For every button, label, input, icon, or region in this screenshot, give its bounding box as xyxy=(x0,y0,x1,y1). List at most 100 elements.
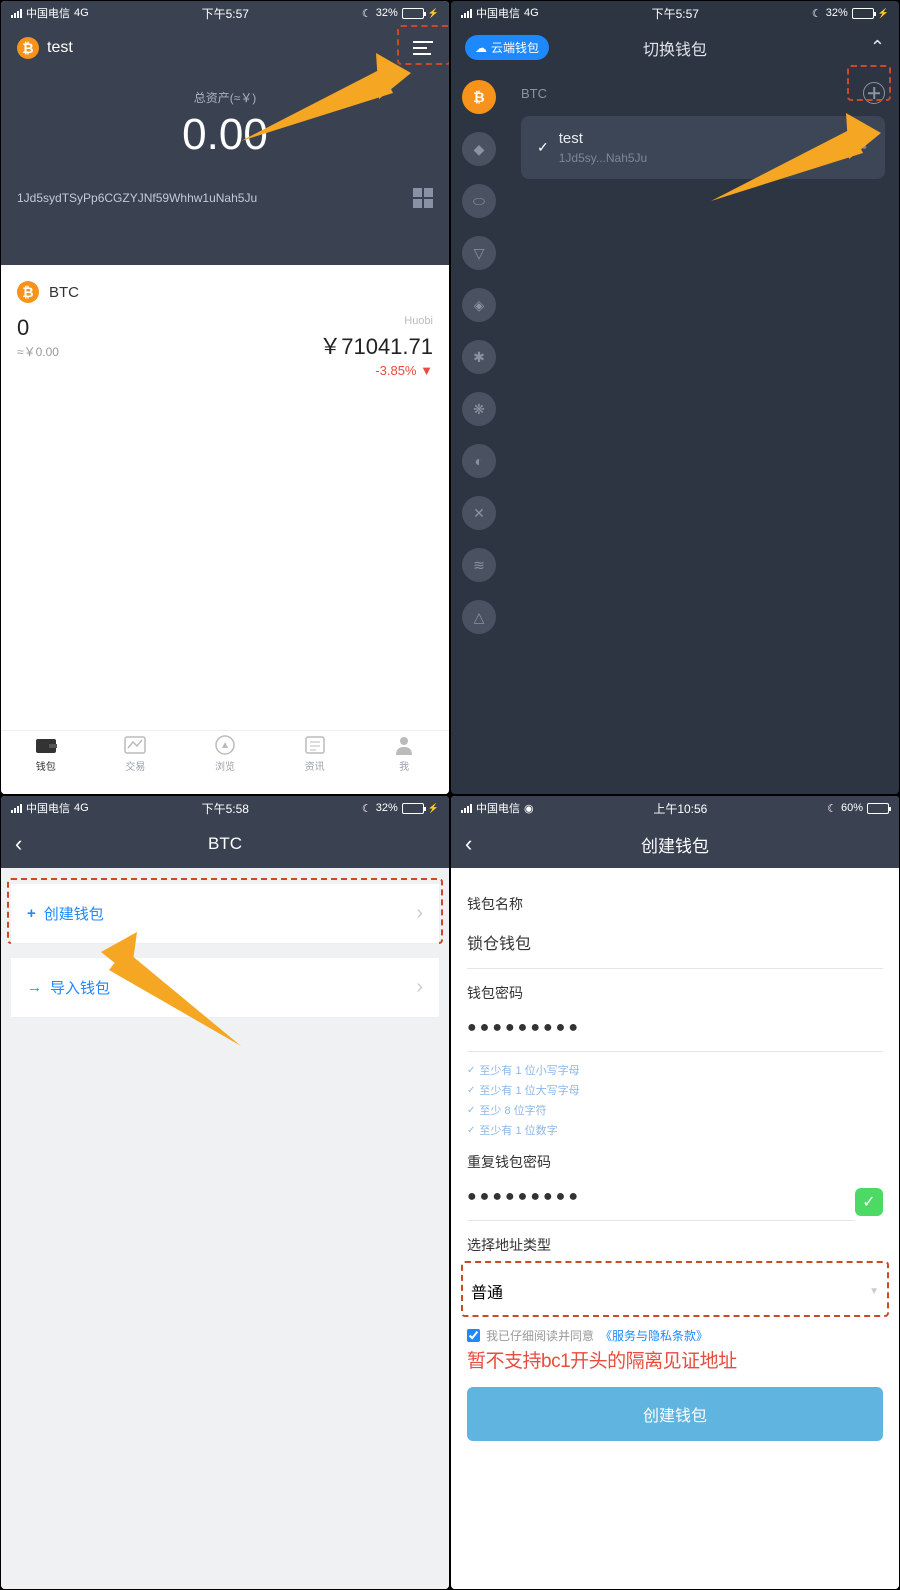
import-wallet-item[interactable]: → 导入钱包 › xyxy=(11,958,439,1018)
sidebar-coin-ont[interactable]: ◐ xyxy=(462,444,496,478)
menu-icon[interactable] xyxy=(413,41,433,55)
status-bar: 中国电信4G 下午5:57 32% xyxy=(451,1,899,25)
password-input[interactable]: ●●●●●●●●● xyxy=(467,1013,883,1052)
price-source: Huobi xyxy=(319,315,433,327)
page-title: 切换钱包 xyxy=(643,36,707,60)
charge-icon xyxy=(428,802,439,814)
sidebar-coin-ada[interactable]: △ xyxy=(462,600,496,634)
clock: 上午10:56 xyxy=(653,800,707,817)
tab-trade[interactable]: 交易 xyxy=(91,735,181,794)
password-rules: 至少有 1 位小写字母 至少有 1 位大写字母 至少 8 位字符 至少有 1 位… xyxy=(467,1062,883,1138)
chart-icon xyxy=(124,735,146,755)
agree-text: 我已仔细阅读并同意 xyxy=(486,1327,594,1344)
screen-switch-wallet: 中国电信4G 下午5:57 32% ☁ 云端钱包 切换钱包 ⌃ ₿ ◆ ⬭ ▽ … xyxy=(451,1,899,794)
charge-icon xyxy=(878,7,889,19)
signal-icon xyxy=(461,9,472,18)
tab-me[interactable]: 我 xyxy=(359,735,449,794)
add-wallet-icon[interactable] xyxy=(863,82,885,104)
dropdown-icon: ▼ xyxy=(869,1286,879,1297)
create-wallet-item[interactable]: + 创建钱包 › xyxy=(11,884,439,944)
back-icon[interactable]: ‹ xyxy=(465,831,472,857)
tab-news[interactable]: 资讯 xyxy=(270,735,360,794)
carrier: 中国电信 xyxy=(26,800,70,816)
moon-icon xyxy=(362,7,372,20)
compass-icon xyxy=(214,735,236,755)
create-wallet-label: 创建钱包 xyxy=(44,903,104,924)
addr-type-value: 普通 xyxy=(471,1279,503,1303)
back-icon[interactable]: ‹ xyxy=(15,831,22,857)
addr-type-select[interactable]: 普通 ▼ xyxy=(467,1265,883,1317)
battery-pct: 32% xyxy=(376,802,398,814)
coin-sidebar: ₿ ◆ ⬭ ▽ ◈ ✱ ❋ ◐ ✕ ≋ △ xyxy=(451,70,507,793)
wallet-card[interactable]: test 1Jd5sy...Nah5Ju ••• xyxy=(521,116,885,179)
wallet-card-addr: 1Jd5sy...Nah5Ju xyxy=(559,151,846,165)
chevron-right-icon: › xyxy=(416,976,423,999)
sidebar-coin-eth[interactable]: ◆ xyxy=(462,132,496,166)
section-title: BTC xyxy=(521,86,547,101)
coin-row[interactable]: 0 ≈￥0.00 Huobi ￥71041.71 -3.85% ▼ xyxy=(17,315,433,378)
screen-btc-menu: 中国电信 4G 下午5:58 32% ‹ BTC + 创建钱包 › → 导入钱包 … xyxy=(1,796,449,1589)
tab-wallet[interactable]: 钱包 xyxy=(1,735,91,794)
moon-icon xyxy=(362,802,372,815)
coin-change: -3.85% ▼ xyxy=(319,363,433,378)
tab-browse[interactable]: 浏览 xyxy=(180,735,270,794)
news-icon xyxy=(304,735,326,755)
arrow-right-icon: → xyxy=(27,979,42,996)
rule-item: 至少有 1 位数字 xyxy=(467,1122,883,1138)
sidebar-coin-trx[interactable]: ▽ xyxy=(462,236,496,270)
sidebar-coin-dot[interactable]: ❋ xyxy=(462,392,496,426)
wallet-address[interactable]: 1Jd5sydTSyPp6CGZYJNf59Whhw1uNah5Ju xyxy=(17,191,257,205)
warning-text: 暂不支持bc1开头的隔离见证地址 xyxy=(467,1346,883,1373)
battery-pct: 32% xyxy=(376,7,398,19)
assets-amount: 0.00 xyxy=(17,110,433,160)
import-wallet-label: 导入钱包 xyxy=(50,977,110,998)
status-bar: 中国电信 4G 下午5:57 32% xyxy=(1,1,449,25)
wallet-card-name: test xyxy=(559,130,846,147)
network: 4G xyxy=(74,802,89,814)
agree-checkbox[interactable] xyxy=(467,1329,480,1342)
status-bar: 中国电信 4G 下午5:58 32% xyxy=(1,796,449,820)
collapse-icon[interactable]: ⌃ xyxy=(870,37,885,58)
moon-icon xyxy=(812,7,822,20)
screen-create-wallet: 中国电信◉ 上午10:56 60% ‹ 创建钱包 钱包名称 锁仓钱包 钱包密码 … xyxy=(451,796,899,1589)
clock: 下午5:58 xyxy=(202,800,249,817)
sidebar-coin-bnb[interactable]: ◈ xyxy=(462,288,496,322)
battery-icon xyxy=(867,803,889,814)
more-icon[interactable]: ••• xyxy=(846,139,869,157)
rule-item: 至少有 1 位大写字母 xyxy=(467,1082,883,1098)
person-icon xyxy=(393,735,415,755)
cloud-wallet-badge[interactable]: ☁ 云端钱包 xyxy=(465,35,549,60)
coin-price: ￥71041.71 xyxy=(319,329,433,361)
rule-item: 至少有 1 位小写字母 xyxy=(467,1062,883,1078)
page-title: BTC xyxy=(208,834,242,854)
wallet-icon xyxy=(35,735,57,755)
terms-link[interactable]: 《服务与隐私条款》 xyxy=(600,1327,708,1344)
clock: 下午5:57 xyxy=(652,5,699,22)
wallet-name: test xyxy=(47,39,73,57)
agree-row[interactable]: 我已仔细阅读并同意 《服务与隐私条款》 xyxy=(467,1327,883,1344)
network: 4G xyxy=(74,7,89,19)
signal-icon xyxy=(11,9,22,18)
screen-wallet-home: 中国电信4G 下午5:57 32% ₿ test 总资产(≈￥) 0.00 1J… xyxy=(1,1,449,794)
carrier: 中国电信 xyxy=(26,5,70,21)
coin-symbol: BTC xyxy=(49,284,79,301)
battery-icon xyxy=(402,803,424,814)
battery-pct: 32% xyxy=(826,7,848,19)
network: 4G xyxy=(524,7,539,19)
clock: 下午5:57 xyxy=(202,5,249,22)
create-wallet-button[interactable]: 创建钱包 xyxy=(467,1387,883,1441)
sidebar-coin-eos[interactable]: ⬭ xyxy=(462,184,496,218)
sidebar-coin-btc[interactable]: ₿ xyxy=(462,80,496,114)
check-icon: ✓ xyxy=(855,1188,883,1216)
password2-label: 重复钱包密码 xyxy=(467,1152,883,1172)
battery-icon xyxy=(402,8,424,19)
sidebar-coin-zil[interactable]: ≋ xyxy=(462,548,496,582)
name-label: 钱包名称 xyxy=(467,894,883,914)
carrier: 中国电信 xyxy=(476,800,520,816)
sidebar-coin-atom[interactable]: ✱ xyxy=(462,340,496,374)
sidebar-coin-xrp[interactable]: ✕ xyxy=(462,496,496,530)
qr-icon[interactable] xyxy=(413,188,433,208)
wifi-icon: ◉ xyxy=(524,802,534,815)
password2-input[interactable]: ●●●●●●●●● xyxy=(467,1182,855,1221)
name-input[interactable]: 锁仓钱包 xyxy=(467,924,883,969)
